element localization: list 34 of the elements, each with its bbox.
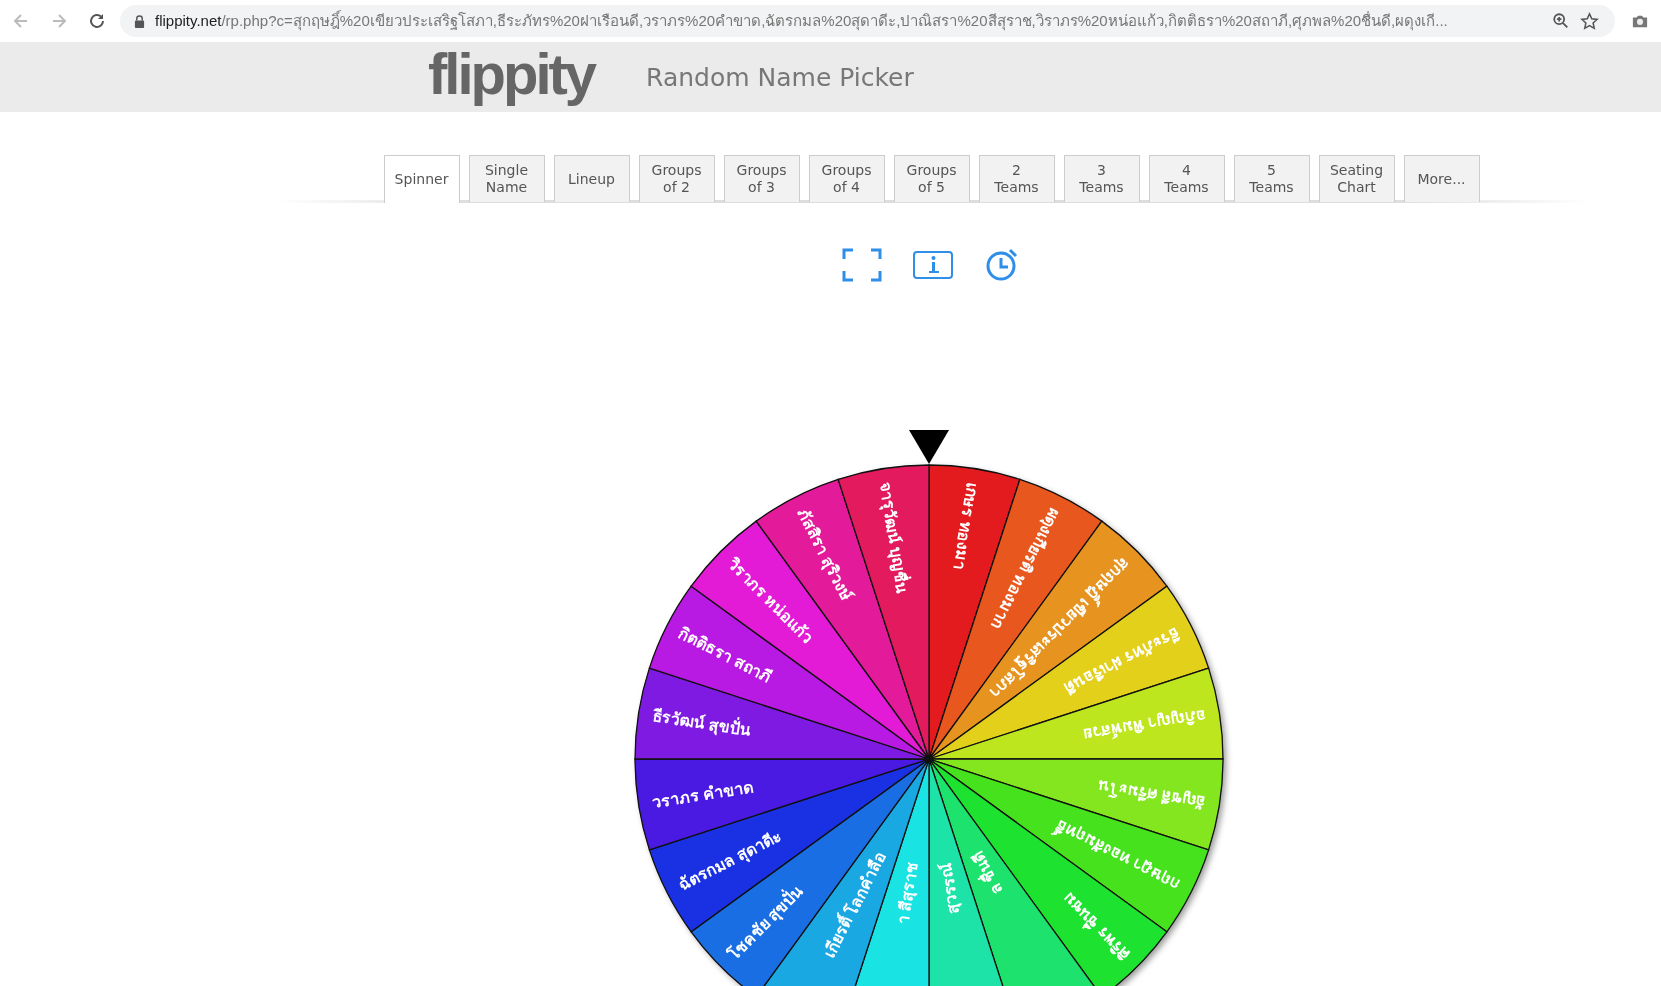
- camera-icon[interactable]: [1631, 13, 1649, 29]
- tab[interactable]: Single Name: [468, 155, 545, 202]
- tab[interactable]: Groups of 5: [893, 155, 970, 202]
- segment-label: เกษร ทองมา: [950, 481, 982, 572]
- page-title: Random Name Picker: [646, 62, 914, 92]
- segment-label: ล ชื่นดี: [969, 848, 1006, 898]
- segment-label: ธีรวัฒน์ สุขปั่น: [651, 706, 752, 740]
- tab[interactable]: 2 Teams: [978, 155, 1055, 202]
- segment-label: วราภร คำขาด: [651, 778, 754, 812]
- spinner-wheel-drawing[interactable]: [634, 464, 1224, 986]
- segment-label: จารุวัฒน์ บุญชื่น: [876, 481, 912, 594]
- segment-label: อภิญญา พิมพ์สวย: [1082, 706, 1207, 743]
- segment-label: สุวรรณ์: [937, 861, 962, 916]
- pointer-icon: [909, 430, 949, 464]
- segment-label: า สีสุราช: [894, 861, 921, 926]
- tab[interactable]: 4 Teams: [1148, 155, 1225, 202]
- star-icon[interactable]: [1580, 11, 1599, 31]
- tab[interactable]: 3 Teams: [1063, 155, 1140, 202]
- tab[interactable]: Groups of 4: [808, 155, 885, 202]
- tab[interactable]: More...: [1403, 155, 1480, 202]
- tab[interactable]: Groups of 3: [723, 155, 800, 202]
- fullscreen-icon[interactable]: [841, 248, 882, 282]
- segment-label: อัญชลี ศรีมะโน: [1097, 777, 1207, 812]
- tab[interactable]: Spinner: [383, 155, 460, 203]
- tab[interactable]: 5 Teams: [1233, 155, 1310, 202]
- reload-icon[interactable]: [87, 11, 107, 31]
- address-bar[interactable]: flippity.net/rp.php?c=สุกฤษฎิ์%20เขียวประเสริฐโสภา,ธีระภัทร%20ฝาเรือนดี,วราภร%20คำขาด,ฉัตรกมล%20สุดาดีะ,ปาณิสรา%20สีสุราช,วิราภร%20หน่อแก้ว,กิตติธรา%20สถาภี,ศุภพล%20ชื่นดี,ผดุงเกี...: [120, 5, 1615, 37]
- info-icon[interactable]: [912, 251, 953, 279]
- zoom-icon[interactable]: [1552, 12, 1570, 30]
- tab[interactable]: Lineup: [553, 155, 630, 202]
- lock-icon: [134, 14, 145, 28]
- tab[interactable]: Groups of 2: [638, 155, 715, 202]
- url-text: flippity.net/rp.php?c=สุกฤษฎิ์%20เขียวประเสริฐโสภา,ธีระภัทร%20ฝาเรือนดี,วราภร%20คำขาด,ฉัตรกมล%20สุดาดีะ,ปาณิสรา%20สีสุราช,วิราภร%20หน่อแก้ว,กิตติธรา%20สถาภี,ศุภพล%20ชื่นดี,ผดุงเกี...: [155, 9, 1449, 33]
- tab[interactable]: Seating Chart: [1318, 155, 1395, 202]
